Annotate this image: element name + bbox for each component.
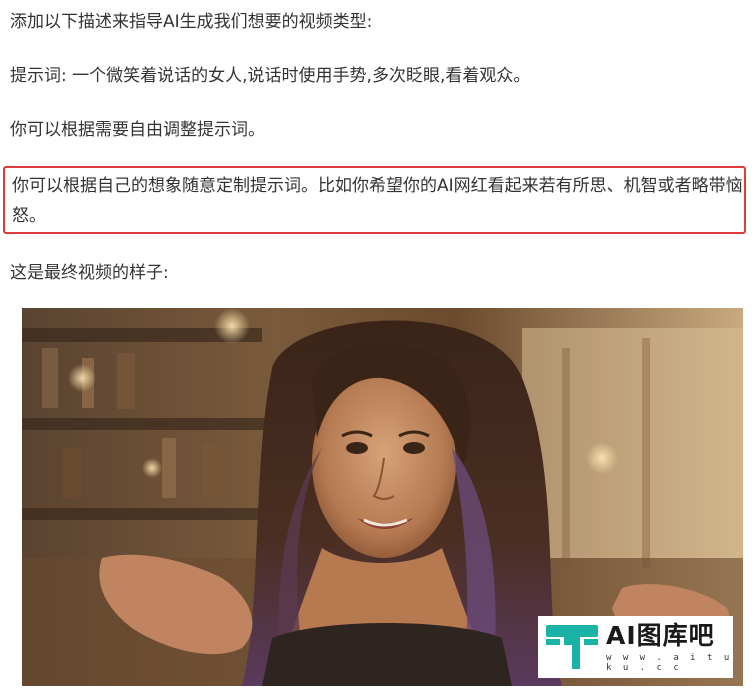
aituku-logo-icon (546, 625, 598, 669)
highlighted-callout: 你可以根据自己的想象随意定制提示词。比如你希望你的AI网红看起来若有所思、机智或… (3, 166, 746, 234)
article-paragraph-adjust: 你可以根据需要自由调整提示词。 (10, 120, 265, 140)
article-paragraph-customize: 你可以根据自己的想象随意定制提示词。比如你希望你的AI网红看起来若有所思、机智或… (12, 176, 743, 226)
article-paragraph-result: 这是最终视频的样子: (10, 263, 169, 283)
article-paragraph-intro: 添加以下描述来指导AI生成我们想要的视频类型: (10, 12, 373, 32)
site-watermark: AI图库吧 w w w . a i t u k u . c c (538, 616, 733, 678)
watermark-url-text: w w w . a i t u k u . c c (606, 652, 733, 673)
article-paragraph-prompt: 提示词: 一个微笑着说话的女人,说话时使用手势,多次眨眼,看着观众。 (10, 66, 531, 86)
video-preview-image: AI图库吧 w w w . a i t u k u . c c (22, 308, 743, 686)
watermark-brand-text: AI图库吧 (606, 620, 715, 650)
